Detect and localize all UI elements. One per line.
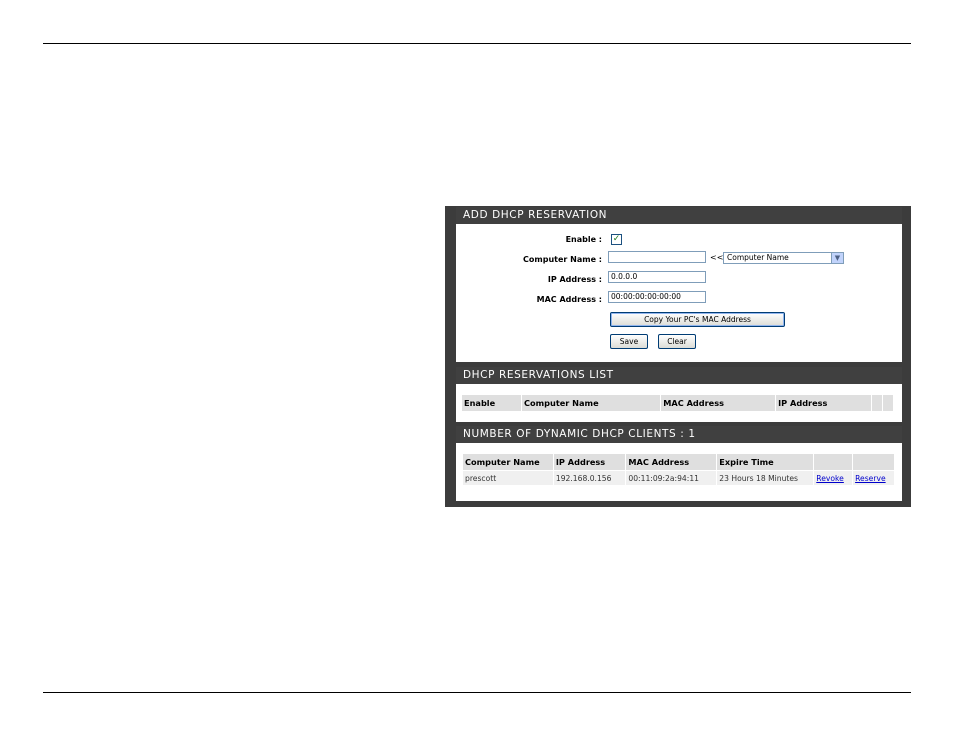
column-header-enable: Enable <box>462 395 521 411</box>
client-computer-name: prescott <box>463 471 553 485</box>
add-dhcp-reservation-section: ADD DHCP RESERVATION Enable : ✓ Computer… <box>455 206 903 363</box>
dhcp-settings-panel: ADD DHCP RESERVATION Enable : ✓ Computer… <box>445 206 911 507</box>
column-header-computer-name: Computer Name <box>521 395 661 411</box>
chevron-down-icon[interactable]: ▼ <box>831 253 843 263</box>
table-header-row: Enable Computer Name MAC Address IP Addr… <box>462 395 893 411</box>
computer-name-label: Computer Name : <box>523 255 602 264</box>
column-header-blank <box>871 395 882 411</box>
table-header-row: Computer Name IP Address MAC Address Exp… <box>463 454 894 470</box>
computer-name-input[interactable] <box>608 251 706 263</box>
column-header-computer-name: Computer Name <box>463 454 553 470</box>
client-expire-time: 23 Hours 18 Minutes <box>717 471 814 485</box>
mac-address-input[interactable] <box>608 291 706 303</box>
column-header-mac-address: MAC Address <box>661 395 776 411</box>
copy-mac-button[interactable]: Copy Your PC's MAC Address <box>610 312 785 327</box>
column-header-blank <box>882 395 893 411</box>
ip-address-label: IP Address : <box>547 275 602 284</box>
copy-arrow-text: << <box>710 253 724 262</box>
table-row: prescott 192.168.0.156 00:11:09:2a:94:11… <box>463 471 894 485</box>
dynamic-clients-table: Computer Name IP Address MAC Address Exp… <box>462 453 895 486</box>
bottom-divider <box>43 692 911 693</box>
revoke-cell: Revoke <box>814 471 853 485</box>
column-header-mac-address: MAC Address <box>626 454 717 470</box>
column-header-expire-time: Expire Time <box>717 454 814 470</box>
computer-name-select[interactable]: Computer Name ▼ <box>723 252 844 264</box>
enable-label: Enable : <box>565 235 602 244</box>
dhcp-reservations-list-section: DHCP RESERVATIONS LIST Enable Computer N… <box>455 366 903 423</box>
column-header-blank <box>853 454 894 470</box>
column-header-ip-address: IP Address <box>776 395 871 411</box>
section-title: ADD DHCP RESERVATION <box>456 207 902 224</box>
reserve-link[interactable]: Reserve <box>855 474 886 483</box>
reservations-table: Enable Computer Name MAC Address IP Addr… <box>461 394 894 412</box>
client-mac-address: 00:11:09:2a:94:11 <box>626 471 717 485</box>
ip-address-input[interactable] <box>608 271 706 283</box>
revoke-link[interactable]: Revoke <box>816 474 844 483</box>
section-title: DHCP RESERVATIONS LIST <box>456 367 902 384</box>
enable-checkbox[interactable]: ✓ <box>611 234 622 245</box>
reserve-cell: Reserve <box>853 471 894 485</box>
section-title: NUMBER OF DYNAMIC DHCP CLIENTS : 1 <box>456 426 902 443</box>
column-header-ip-address: IP Address <box>553 454 626 470</box>
checkmark-icon: ✓ <box>612 234 621 244</box>
column-header-blank <box>814 454 853 470</box>
dynamic-dhcp-clients-section: NUMBER OF DYNAMIC DHCP CLIENTS : 1 Compu… <box>455 425 903 502</box>
mac-address-label: MAC Address : <box>536 295 602 304</box>
top-divider <box>43 43 911 44</box>
save-button[interactable]: Save <box>610 334 648 349</box>
computer-name-select-value: Computer Name <box>727 253 789 262</box>
clear-button[interactable]: Clear <box>658 334 696 349</box>
client-ip-address: 192.168.0.156 <box>553 471 626 485</box>
